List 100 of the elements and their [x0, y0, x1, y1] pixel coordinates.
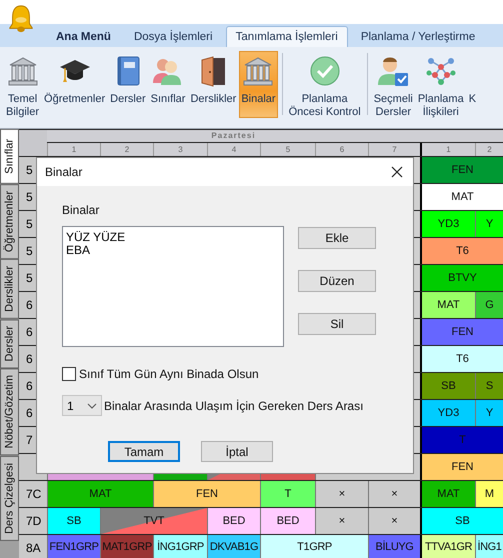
lesson-cell[interactable]: TTVA1GR	[420, 535, 475, 558]
ribbon-button[interactable]: Öğretmenler	[42, 51, 108, 118]
ribbon-button[interactable]: Planlama İlişkileri	[416, 51, 466, 118]
lesson-cell[interactable]: BED	[207, 508, 260, 534]
lesson-name: DKVAB1G	[210, 540, 258, 554]
lesson-cell[interactable]: T6	[420, 346, 503, 372]
lesson-name: BED	[276, 514, 300, 528]
lesson-name: YD3	[438, 217, 460, 231]
lesson-cell[interactable]: FEN	[420, 157, 503, 183]
lesson-cell[interactable]: MAT	[47, 481, 153, 507]
lesson-name: FEN	[452, 325, 474, 339]
lesson-name: SB	[66, 514, 82, 528]
lesson-name: MAT	[89, 487, 112, 501]
lesson-cell[interactable]: İNG1GRP	[153, 535, 207, 558]
lesson-name: BED	[222, 514, 246, 528]
ribbon-button[interactable]: Dersler	[108, 51, 148, 118]
ribbon-button[interactable]: Binalar	[239, 51, 278, 118]
side-tab[interactable]: Nöbet/Gözetim	[0, 368, 19, 456]
lesson-cell[interactable]: BTVY	[420, 265, 503, 291]
dropdown-label: Binalar Arasında Ulaşım İçin Gereken Ders Arası	[104, 398, 364, 412]
dialog-button[interactable]: Sil	[298, 313, 376, 335]
side-tab[interactable]: Sınıflar	[0, 129, 19, 184]
lesson-cell[interactable]: S	[475, 373, 503, 399]
lesson-cell[interactable]: FEN	[420, 454, 503, 480]
lesson-cell[interactable]: M	[475, 481, 503, 507]
lesson-name: TVT	[144, 514, 164, 528]
ribbon-button[interactable]: Temel Bilgiler	[4, 51, 42, 118]
lesson-cell[interactable]: Y	[475, 400, 503, 426]
side-tab[interactable]: Derslikler	[0, 259, 19, 319]
period-number: 3	[153, 143, 207, 156]
checkbox-label: Sınıf Tüm Gün Aynı Binada Olsun	[79, 367, 259, 381]
lesson-name: T6	[456, 352, 469, 366]
number-dropdown[interactable]: 1	[62, 395, 102, 416]
lesson-name: T	[284, 487, 292, 501]
period-number: 4	[207, 143, 260, 156]
lesson-cell[interactable]: ×	[315, 481, 368, 507]
lesson-cell[interactable]: FEN	[153, 481, 260, 507]
lesson-cell[interactable]: FEN	[420, 319, 503, 345]
lesson-cell[interactable]: FEN1GRP	[47, 535, 100, 558]
lesson-cell[interactable]: ×	[315, 508, 368, 534]
class-label: 7D	[19, 508, 47, 534]
lesson-cell[interactable]: ×	[368, 481, 420, 507]
period-number: 7	[368, 143, 420, 156]
lesson-name: TTVA1GR	[424, 540, 472, 554]
lesson-name: BİLUYG	[376, 540, 414, 554]
lesson-cell[interactable]: SB	[420, 373, 475, 399]
side-tab[interactable]: Ders Çizelgesi	[0, 456, 19, 541]
dialog-button[interactable]: Düzen	[298, 270, 376, 292]
lesson-cell[interactable]: DKVAB1G	[207, 535, 260, 558]
ribbon-button[interactable]: Derslikler	[188, 51, 238, 118]
lesson-cell[interactable]: Y	[475, 211, 503, 237]
ribbon-button[interactable]: Seçmeli Dersler	[372, 51, 415, 118]
lesson-cell[interactable]: MAT	[420, 481, 475, 507]
lesson-cell[interactable]: T6	[420, 238, 503, 264]
caret-icon	[87, 402, 97, 408]
check-circle-icon	[308, 55, 341, 87]
lesson-cell[interactable]: YD3	[420, 211, 475, 237]
side-tab[interactable]: Öğretmenler	[0, 184, 19, 259]
ribbon-button[interactable]: K	[466, 51, 478, 118]
checkbox[interactable]	[62, 367, 76, 381]
dialog-button[interactable]: Ekle	[298, 227, 376, 249]
ribbon-button[interactable]: Sınıflar	[148, 51, 188, 118]
period-number: 2	[475, 143, 503, 156]
lesson-name: T1GRP	[297, 540, 332, 554]
list-item[interactable]: YÜZ YÜZE	[66, 231, 280, 244]
lesson-name: ×	[338, 514, 346, 528]
class-label: 8A	[19, 535, 47, 558]
lesson-cell[interactable]: MAT	[420, 184, 503, 210]
lesson-cell[interactable]: BİLUYG	[368, 535, 420, 558]
lesson-name: FEN1GRP	[49, 540, 99, 554]
ribbon-tab[interactable]: Dosya İşlemleri	[124, 26, 223, 47]
lesson-cell[interactable]: ×	[368, 508, 420, 534]
dialog-title: Binalar	[45, 165, 82, 179]
lesson-cell[interactable]: TVT	[100, 508, 207, 534]
lesson-name: ×	[391, 514, 398, 528]
lesson-cell[interactable]: MAT	[420, 292, 475, 318]
network-icon	[424, 55, 457, 87]
lesson-cell[interactable]: SB	[47, 508, 100, 534]
dialog-button[interactable]: İptal	[201, 441, 273, 462]
lesson-cell[interactable]: YD3	[420, 400, 475, 426]
lesson-cell[interactable]: G	[475, 292, 503, 318]
lesson-cell[interactable]: T1GRP	[260, 535, 368, 558]
ribbon-button[interactable]: Planlama Öncesi Kontrol	[286, 51, 363, 118]
lesson-cell[interactable]: BED	[260, 508, 315, 534]
list-item[interactable]: EBA	[66, 244, 280, 257]
lesson-cell[interactable]: İNG1	[475, 535, 503, 558]
ribbon-tab[interactable]: Planlama / Yerleştirme	[350, 26, 486, 47]
ribbon-tab[interactable]: Ana Menü	[46, 26, 121, 47]
lesson-cell[interactable]: T	[260, 481, 315, 507]
side-tab[interactable]: Dersler	[0, 318, 19, 368]
building-list[interactable]: YÜZ YÜZE EBA	[62, 226, 284, 347]
list-label: Binalar	[62, 203, 100, 217]
lesson-name: İNG1	[477, 540, 502, 554]
close-icon[interactable]	[391, 166, 403, 178]
lesson-name: MAT	[437, 298, 460, 312]
lesson-name: İNG1GRP	[157, 540, 204, 554]
lesson-cell[interactable]: SB	[420, 508, 503, 534]
dialog-button[interactable]: Tamam	[108, 441, 180, 462]
ribbon-tab[interactable]: Tanımlama İşlemleri	[226, 26, 348, 47]
lesson-name: ×	[391, 487, 398, 501]
